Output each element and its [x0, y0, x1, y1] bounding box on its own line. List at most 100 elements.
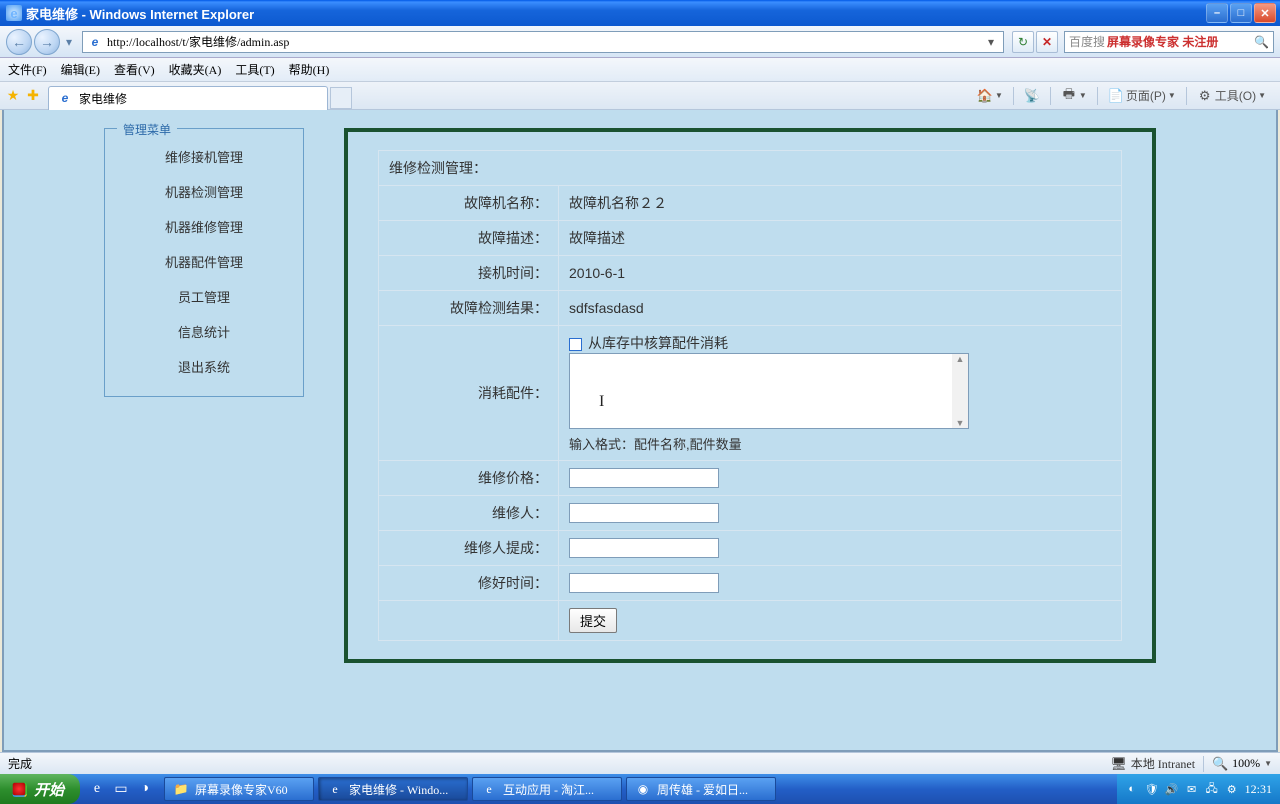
zoom-icon: 🔍: [1212, 756, 1228, 772]
sidebar-item-machine-repair[interactable]: 机器维修管理: [105, 209, 303, 244]
ql-ie-icon[interactable]: e: [86, 778, 108, 800]
parts-textarea[interactable]: [569, 353, 969, 429]
sidebar-legend: 管理菜单: [117, 121, 177, 138]
page-icon-btn: 📄: [1108, 88, 1124, 104]
gear-icon: ⚙: [1197, 88, 1213, 104]
print-button[interactable]: 🖶▼: [1057, 88, 1091, 104]
new-tab-button[interactable]: [330, 87, 352, 109]
tray-icon-4[interactable]: ✉: [1185, 782, 1199, 796]
input-commission[interactable]: [569, 538, 719, 558]
parts-checkbox-wrap[interactable]: 从库存中核算配件消耗: [569, 335, 728, 351]
minimize-button[interactable]: –: [1206, 3, 1228, 23]
tab-page-icon: e: [57, 90, 73, 106]
address-bar[interactable]: e ▾: [82, 31, 1004, 53]
history-dropdown[interactable]: ▾: [62, 35, 76, 49]
folder-icon: 📁: [173, 781, 189, 797]
input-repair-price[interactable]: [569, 468, 719, 488]
sidebar-item-repair-receive[interactable]: 维修接机管理: [105, 139, 303, 174]
ql-desktop-icon[interactable]: ▭: [110, 778, 132, 800]
computer-icon: 🖥: [1111, 756, 1127, 772]
form-title: 维修检测管理：: [379, 151, 1122, 186]
label-machine-name: 故障机名称：: [379, 186, 559, 221]
task-item-recorder[interactable]: 📁屏幕录像专家V60: [164, 777, 314, 801]
menu-tools[interactable]: 工具(T): [235, 61, 274, 78]
value-fault-desc: 故障描述: [559, 221, 1122, 256]
viewport: 管理菜单 维修接机管理 机器检测管理 机器维修管理 机器配件管理 员工管理 信息…: [2, 110, 1278, 752]
tab-title: 家电维修: [79, 90, 127, 107]
back-button[interactable]: ←: [6, 29, 32, 55]
media-player-icon: ◉: [635, 781, 651, 797]
label-fault-result: 故障检测结果：: [379, 291, 559, 326]
search-icon[interactable]: 🔍: [1254, 35, 1269, 49]
tab-active[interactable]: e 家电维修: [48, 86, 328, 110]
tray-icon-2[interactable]: 🛡: [1145, 782, 1159, 796]
status-bar: 完成 🖥本地 Intranet 🔍100%▼: [0, 752, 1280, 774]
ie-task-icon: e: [327, 781, 343, 797]
label-commission: 维修人提成：: [379, 531, 559, 566]
tray-icon-6[interactable]: ⚙: [1225, 782, 1239, 796]
sidebar-item-staff[interactable]: 员工管理: [105, 279, 303, 314]
label-repairer: 维修人：: [379, 496, 559, 531]
task-item-ie-admin[interactable]: e家电维修 - Windo...: [318, 777, 468, 801]
clock[interactable]: 12:31: [1245, 782, 1272, 797]
parts-checkbox[interactable]: [569, 338, 582, 351]
page-menu[interactable]: 📄页面(P)▼: [1104, 87, 1180, 104]
search-placeholder-1: 屏幕录像专家: [1107, 33, 1179, 50]
textarea-scrollbar[interactable]: ▲▼: [952, 354, 968, 428]
refresh-button[interactable]: ↻: [1012, 31, 1034, 53]
task-item-ie-other[interactable]: e互动应用 - 淘江...: [472, 777, 622, 801]
value-machine-name: 故障机名称２２: [559, 186, 1122, 221]
tools-menu[interactable]: ⚙工具(O)▼: [1193, 87, 1270, 104]
tab-bar: ★ ✚ e 家电维修 🏠▼ 📡 🖶▼ 📄页面(P)▼ ⚙工具(O)▼: [0, 82, 1280, 110]
stop-button[interactable]: ✕: [1036, 31, 1058, 53]
sidebar-item-logout[interactable]: 退出系统: [105, 349, 303, 384]
ie-task-icon-2: e: [481, 781, 497, 797]
quick-launch: e ▭ ◑: [80, 778, 162, 800]
label-done-time: 修好时间：: [379, 566, 559, 601]
cell-parts: 从库存中核算配件消耗 ▲▼ I 输入格式：配件名称,配件数量: [559, 326, 1122, 461]
main-panel: 维修检测管理： 故障机名称： 故障机名称２２ 故障描述： 故障描述 接机时间： …: [344, 128, 1156, 663]
feeds-button[interactable]: 📡: [1020, 88, 1044, 104]
menu-edit[interactable]: 编辑(E): [61, 61, 100, 78]
menu-file[interactable]: 文件(F): [8, 61, 47, 78]
value-fault-result: sdfsfasdasd: [559, 291, 1122, 326]
sidebar-item-machine-detect[interactable]: 机器检测管理: [105, 174, 303, 209]
label-parts: 消耗配件：: [379, 326, 559, 461]
sidebar: 管理菜单 维修接机管理 机器检测管理 机器维修管理 机器配件管理 员工管理 信息…: [104, 128, 304, 663]
menu-help[interactable]: 帮助(H): [289, 61, 330, 78]
security-zone: 🖥本地 Intranet: [1111, 755, 1195, 772]
input-done-time[interactable]: [569, 573, 719, 593]
ql-app-icon[interactable]: ◑: [134, 778, 156, 800]
task-item-music[interactable]: ◉周传雄 - 爱如日...: [626, 777, 776, 801]
input-repairer[interactable]: [569, 503, 719, 523]
submit-button[interactable]: 提交: [569, 608, 617, 633]
nav-bar: ← → ▾ e ▾ ↻ ✕ 百度搜 屏幕录像专家 未注册 🔍: [0, 26, 1280, 58]
maximize-button[interactable]: □: [1230, 3, 1252, 23]
address-input[interactable]: [107, 34, 983, 49]
sidebar-item-machine-parts[interactable]: 机器配件管理: [105, 244, 303, 279]
tray-icon-5[interactable]: 🖧: [1205, 782, 1219, 796]
page-icon: e: [87, 34, 103, 50]
value-recv-time: 2010-6-1: [559, 256, 1122, 291]
tray-icon-1[interactable]: ◐: [1125, 782, 1139, 796]
print-icon: 🖶: [1061, 88, 1077, 104]
zoom-control[interactable]: 🔍100%▼: [1212, 756, 1272, 772]
home-icon: 🏠: [977, 88, 993, 104]
add-favorite-icon[interactable]: ✚: [24, 87, 42, 105]
tray-icon-3[interactable]: 🔊: [1165, 782, 1179, 796]
search-placeholder-2: 未注册: [1182, 33, 1218, 50]
forward-button[interactable]: →: [34, 29, 60, 55]
parts-hint: 输入格式：配件名称,配件数量: [569, 434, 1111, 453]
search-box[interactable]: 百度搜 屏幕录像专家 未注册 🔍: [1064, 31, 1274, 53]
favorites-center-icon[interactable]: ★: [4, 87, 22, 105]
window-titlebar: e 家电维修 - Windows Internet Explorer – □ ✕: [0, 0, 1280, 26]
home-button[interactable]: 🏠▼: [973, 88, 1007, 104]
status-text: 完成: [8, 755, 32, 772]
menu-fav[interactable]: 收藏夹(A): [169, 61, 222, 78]
sidebar-item-stats[interactable]: 信息统计: [105, 314, 303, 349]
close-button[interactable]: ✕: [1254, 3, 1276, 23]
windows-icon: [13, 783, 26, 796]
window-title: 家电维修 - Windows Internet Explorer: [26, 4, 254, 23]
menu-view[interactable]: 查看(V): [114, 61, 155, 78]
address-dropdown[interactable]: ▾: [983, 35, 999, 49]
